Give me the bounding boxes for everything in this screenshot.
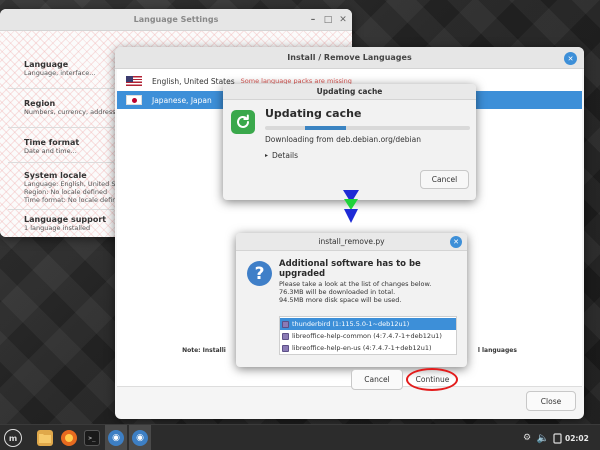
language-support-section[interactable]: Language support 1 language installed: [24, 215, 106, 232]
dialog-heading: Updating cache: [265, 107, 362, 120]
divider: [8, 162, 114, 163]
window-title: Language Settings: [133, 15, 219, 24]
divider: [8, 88, 114, 89]
list-item[interactable]: libreoffice-help-en-us (4:7.4.7-1+deb12u…: [280, 342, 456, 354]
section-heading: Language support: [24, 215, 107, 224]
clock[interactable]: 02:02: [565, 434, 589, 443]
firefox-icon[interactable]: [61, 430, 77, 446]
japan-flag-icon: [126, 95, 142, 105]
region-section[interactable]: Region Numbers, currency, addresses,: [24, 99, 125, 116]
terminal-icon[interactable]: >_: [84, 430, 100, 446]
progress-fill: [305, 126, 346, 130]
language-section[interactable]: Language Language, interface...: [24, 60, 95, 77]
continue-button[interactable]: Continue: [410, 369, 455, 390]
cancel-button[interactable]: Cancel: [420, 170, 469, 189]
status-text: Downloading from deb.debian.org/debian: [265, 135, 421, 144]
language-app-icon[interactable]: ◉: [108, 430, 124, 446]
time-format-section[interactable]: Time format Date and time...: [24, 138, 79, 155]
title-bar[interactable]: install_remove.py ✕: [236, 233, 467, 251]
package-icon: [282, 320, 289, 328]
notification-icon[interactable]: [549, 430, 565, 446]
taskbar: m >_ ◉ ◉ ⚙ 🔈 02:02: [0, 424, 600, 450]
dialog-message: Please take a look at the list of change…: [279, 280, 432, 304]
window-title: Install / Remove Languages: [287, 53, 412, 62]
title-bar[interactable]: Language Settings – □ ✕: [0, 9, 352, 31]
chevron-right-icon: ▸: [265, 152, 269, 159]
language-name: Japanese, Japan: [152, 95, 212, 105]
section-heading: Region: [24, 99, 56, 108]
refresh-icon: [231, 110, 255, 134]
dialog-heading: Additional software has to be upgraded: [279, 259, 421, 279]
details-expander[interactable]: ▸ Details: [265, 151, 298, 160]
close-button[interactable]: Close: [526, 391, 576, 411]
window-title: install_remove.py: [318, 237, 385, 246]
section-subtitle: 1 language installed: [24, 224, 91, 232]
section-heading: Language: [24, 60, 69, 69]
list-item-selected[interactable]: thunderbird (1:115.5.0-1~deb12u1): [280, 318, 456, 330]
us-flag-icon: [126, 76, 142, 86]
cancel-button[interactable]: Cancel: [351, 369, 403, 390]
language-app-icon[interactable]: ◉: [132, 430, 148, 446]
upgrade-dialog: install_remove.py ✕ ? Additional softwar…: [236, 233, 467, 367]
progress-bar: [265, 126, 470, 130]
package-icon: [282, 332, 289, 340]
title-bar[interactable]: Install / Remove Languages ✕: [115, 47, 584, 69]
package-label: thunderbird (1:115.5.0-1~deb12u1): [292, 320, 410, 328]
question-icon: ?: [247, 261, 272, 286]
minimize-icon[interactable]: –: [307, 14, 319, 26]
updating-cache-dialog: Updating cache Updating cache Downloadin…: [223, 84, 476, 200]
package-list: thunderbird (1:115.5.0-1~deb12u1) libreo…: [279, 316, 457, 355]
section-subtitle: Numbers, currency, addresses,: [24, 108, 126, 116]
package-label: libreoffice-help-common (4:7.4.7-1+deb12…: [292, 332, 442, 340]
package-label: libreoffice-help-en-us (4:7.4.7-1+deb12u…: [292, 344, 432, 352]
title-bar[interactable]: Updating cache: [223, 84, 476, 100]
maximize-icon[interactable]: □: [322, 14, 334, 26]
network-icon[interactable]: ⚙: [519, 430, 535, 446]
divider: [8, 209, 114, 210]
menu-icon[interactable]: m: [4, 429, 22, 447]
package-icon: [282, 344, 289, 352]
section-subtitle: Language, interface...: [24, 69, 96, 77]
close-icon[interactable]: ✕: [337, 14, 349, 26]
section-heading: Time format: [24, 138, 80, 147]
close-icon[interactable]: ✕: [564, 52, 577, 65]
divider: [8, 127, 114, 128]
arrow-down-icon: [343, 190, 359, 223]
section-subtitle: Date and time...: [24, 147, 77, 155]
close-icon[interactable]: ✕: [450, 236, 462, 248]
details-label: Details: [272, 151, 299, 160]
list-item[interactable]: libreoffice-help-common (4:7.4.7-1+deb12…: [280, 330, 456, 342]
files-icon[interactable]: [37, 430, 53, 446]
window-title: Updating cache: [316, 87, 383, 96]
